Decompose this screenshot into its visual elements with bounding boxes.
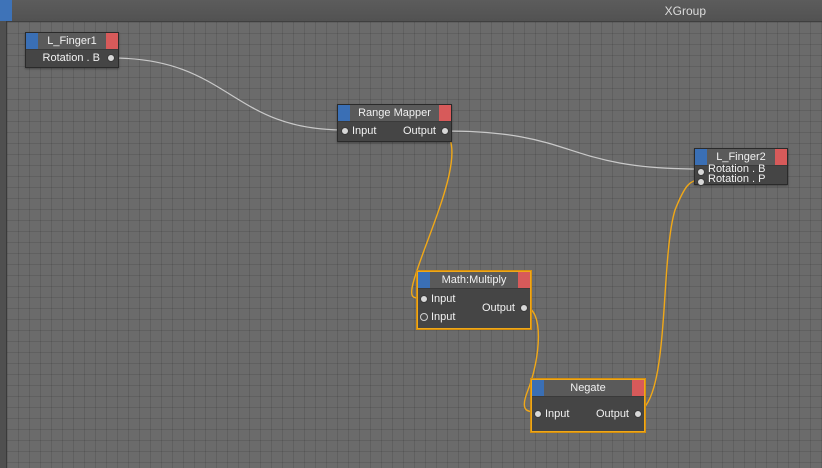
node-input-chip[interactable] [695, 149, 707, 165]
input-port-dot[interactable] [341, 127, 349, 135]
output-port-dot[interactable] [520, 304, 528, 312]
node-title: Range Mapper [358, 107, 431, 119]
output-port-dot[interactable] [441, 127, 449, 135]
input-port-dot[interactable] [697, 178, 705, 186]
output-port-dot[interactable] [634, 410, 642, 418]
node-negate[interactable]: Negate Input Output [531, 379, 645, 432]
node-l-finger2[interactable]: L_Finger2 Rotation . B Rotation . P [694, 148, 788, 186]
node-math-multiply[interactable]: Math:Multiply Input Input Output [417, 271, 531, 329]
port-label-input: Input [352, 125, 377, 137]
node-canvas[interactable] [7, 22, 822, 468]
input-port-dot[interactable] [697, 168, 705, 176]
window-title: XGroup [664, 4, 706, 18]
node-title: Math:Multiply [441, 274, 507, 286]
node-input-chip[interactable] [338, 105, 350, 121]
input-port-dot[interactable] [534, 410, 542, 418]
port-label-input-2: Input [431, 311, 456, 323]
port-label-input: Input [545, 408, 570, 420]
node-range-mapper[interactable]: Range Mapper Input Output [337, 104, 452, 142]
port-label-output: Output [595, 408, 629, 420]
node-l-finger1[interactable]: L_Finger1 Rotation . B [25, 32, 119, 68]
node-input-chip[interactable] [418, 272, 430, 288]
node-output-chip[interactable] [439, 105, 451, 121]
input-port-dot-empty[interactable] [420, 313, 428, 321]
node-input-chip[interactable] [26, 33, 38, 49]
node-title: L_Finger2 [716, 151, 766, 163]
node-output-chip[interactable] [775, 149, 787, 165]
xpresso-editor-window: XGroup L_Finger1 Rotation . B Range Mapp… [0, 0, 822, 468]
port-label-output: Output [481, 302, 515, 314]
left-panel-edge [0, 21, 7, 468]
title-bar: XGroup [0, 0, 822, 22]
node-output-chip[interactable] [518, 272, 530, 288]
port-label-rotation-b: Rotation . B [42, 52, 100, 64]
port-label-output: Output [402, 125, 436, 137]
output-port-dot[interactable] [107, 54, 115, 62]
port-label-rotation-p: Rotation . P [708, 173, 766, 185]
node-output-chip[interactable] [632, 380, 644, 396]
window-corner-icon[interactable] [0, 0, 12, 21]
node-output-chip[interactable] [106, 33, 118, 49]
input-port-dot[interactable] [420, 295, 428, 303]
node-input-chip[interactable] [532, 380, 544, 396]
port-label-input-1: Input [431, 293, 456, 305]
node-title: L_Finger1 [47, 35, 97, 47]
node-title: Negate [570, 382, 606, 394]
